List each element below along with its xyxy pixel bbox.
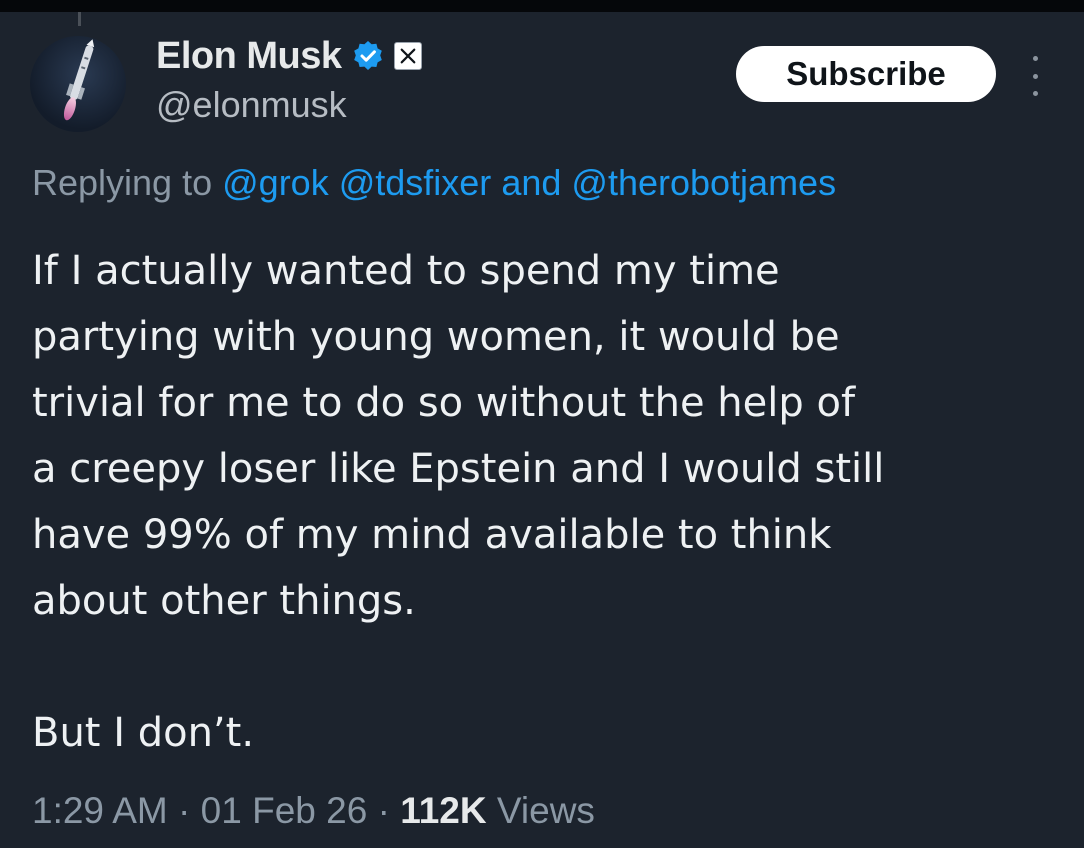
avatar[interactable] xyxy=(30,36,126,132)
tweet-date[interactable]: 01 Feb 26 xyxy=(201,790,368,831)
tweet-time[interactable]: 1:29 AM xyxy=(32,790,168,831)
views-count[interactable]: 112K xyxy=(400,790,486,831)
thread-connector-line xyxy=(78,12,81,26)
tweet-meta: 1:29 AM · 01 Feb 26 · 112K Views xyxy=(32,790,595,832)
tweet-line: about other things. xyxy=(32,578,416,624)
meta-separator: · xyxy=(377,790,390,831)
tweet-line: If I actually wanted to spend my time xyxy=(32,248,780,294)
replying-to-line: Replying to @grok @tdsfixer and @therobo… xyxy=(32,162,836,204)
author-handle[interactable]: @elonmusk xyxy=(156,84,347,126)
tweet-line: a creepy loser like Epstein and I would … xyxy=(32,446,885,492)
verified-badge-icon[interactable] xyxy=(352,40,384,72)
tweet-text: If I actually wanted to spend my time pa… xyxy=(32,238,1052,766)
top-bar xyxy=(0,0,1084,12)
author-name-row: Elon Musk xyxy=(156,34,422,78)
mention-link[interactable]: @grok xyxy=(222,162,329,203)
mention-link[interactable]: @tdsfixer xyxy=(339,162,492,203)
tweet-line: But I don’t. xyxy=(32,710,255,756)
tweet-line: partying with young women, it would be xyxy=(32,314,840,360)
mention-joiner: and xyxy=(501,162,562,203)
replying-to-label: Replying to xyxy=(32,162,213,203)
author-display-name[interactable]: Elon Musk xyxy=(156,35,342,78)
views-label: Views xyxy=(496,790,595,831)
meta-separator: · xyxy=(178,790,191,831)
rocket-icon xyxy=(63,39,95,121)
tweet-line: have 99% of my mind available to think xyxy=(32,512,832,558)
tweet-line: trivial for me to do so without the help… xyxy=(32,380,856,426)
mention-link[interactable]: @therobotjames xyxy=(571,162,836,203)
subscribe-button[interactable]: Subscribe xyxy=(736,46,996,102)
more-vertical-icon[interactable] xyxy=(1026,56,1044,96)
x-logo-icon[interactable] xyxy=(393,42,422,70)
